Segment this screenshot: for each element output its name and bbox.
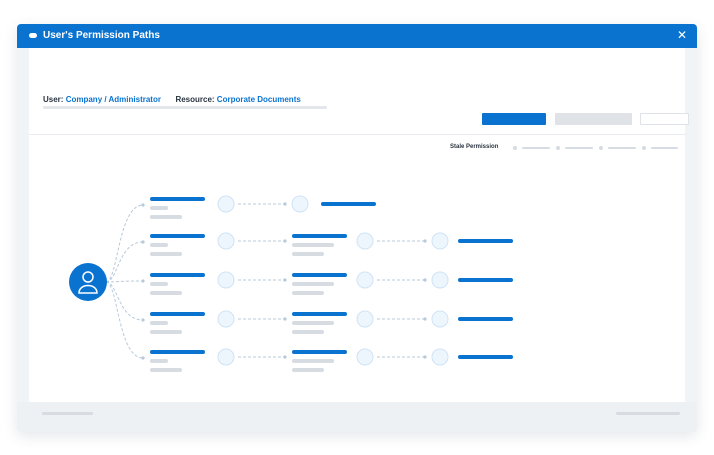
- connector-arrow: [423, 278, 427, 282]
- close-icon[interactable]: ✕: [675, 28, 689, 42]
- resource-name-bar[interactable]: [458, 355, 513, 359]
- path-node[interactable]: [431, 271, 449, 289]
- connector-arrow: [283, 278, 287, 282]
- path-node[interactable]: [356, 310, 374, 328]
- role-detail-bar: [292, 252, 324, 256]
- path-node[interactable]: [217, 271, 235, 289]
- path-node[interactable]: [217, 232, 235, 250]
- branch-connector: [105, 281, 144, 321]
- connector-arrow: [283, 202, 287, 206]
- connector-arrow: [423, 239, 427, 243]
- role-detail-bar: [292, 243, 334, 247]
- role-name-bar[interactable]: [292, 273, 347, 277]
- group-detail-bar: [150, 321, 168, 325]
- role-detail-bar: [292, 359, 334, 363]
- permission-path-graph: [69, 195, 513, 372]
- title-bar: User's Permission Paths ✕: [17, 24, 697, 48]
- connector-arrow: [423, 355, 427, 359]
- path-node[interactable]: [217, 348, 235, 366]
- group-detail-bar: [150, 368, 182, 372]
- group-name-bar[interactable]: [150, 350, 205, 354]
- permission-paths-window: User's Permission Paths ✕ User: Company …: [17, 24, 697, 432]
- role-detail-bar: [292, 330, 324, 334]
- resource-name-bar[interactable]: [458, 239, 513, 243]
- path-node[interactable]: [431, 348, 449, 366]
- connector-arrow: [283, 317, 287, 321]
- role-detail-bar: [292, 368, 324, 372]
- group-detail-bar: [150, 206, 168, 210]
- branch-connector: [105, 204, 144, 283]
- path-node[interactable]: [431, 310, 449, 328]
- branch-connector: [105, 241, 144, 283]
- connector-arrow: [283, 355, 287, 359]
- connector-arrow: [283, 239, 287, 243]
- group-detail-bar: [150, 252, 182, 256]
- window-title: User's Permission Paths: [43, 30, 160, 41]
- window-badge-icon: [29, 33, 37, 38]
- group-detail-bar: [150, 330, 182, 334]
- group-name-bar[interactable]: [150, 312, 205, 316]
- path-node[interactable]: [291, 195, 309, 213]
- path-node[interactable]: [356, 348, 374, 366]
- role-name-bar[interactable]: [292, 312, 347, 316]
- role-detail-bar: [292, 291, 324, 295]
- footer-right-placeholder: [616, 412, 680, 415]
- group-detail-bar: [150, 291, 182, 295]
- group-detail-bar: [150, 215, 182, 219]
- role-name-bar[interactable]: [292, 234, 347, 238]
- path-node[interactable]: [356, 232, 374, 250]
- connector-arrow: [141, 240, 145, 244]
- group-name-bar[interactable]: [150, 273, 205, 277]
- connector-arrow: [141, 279, 145, 283]
- resource-name-bar[interactable]: [321, 202, 376, 206]
- path-node[interactable]: [356, 271, 374, 289]
- connector-arrow: [141, 318, 145, 322]
- path-node[interactable]: [431, 232, 449, 250]
- footer-bar: [17, 402, 697, 432]
- footer-left-placeholder: [42, 412, 93, 415]
- role-name-bar[interactable]: [292, 350, 347, 354]
- resource-name-bar[interactable]: [458, 278, 513, 282]
- connector-arrow: [141, 356, 145, 360]
- path-node[interactable]: [217, 310, 235, 328]
- group-detail-bar: [150, 243, 168, 247]
- group-name-bar[interactable]: [150, 197, 205, 201]
- content-panel: User: Company / Administrator Resource: …: [29, 48, 689, 402]
- branch-connector: [105, 280, 144, 283]
- connector-arrow: [141, 203, 145, 207]
- role-detail-bar: [292, 282, 334, 286]
- connector-arrow: [423, 317, 427, 321]
- resource-name-bar[interactable]: [458, 317, 513, 321]
- group-detail-bar: [150, 359, 168, 363]
- path-node[interactable]: [217, 195, 235, 213]
- branch-connector: [105, 281, 144, 359]
- group-name-bar[interactable]: [150, 234, 205, 238]
- role-detail-bar: [292, 321, 334, 325]
- group-detail-bar: [150, 282, 168, 286]
